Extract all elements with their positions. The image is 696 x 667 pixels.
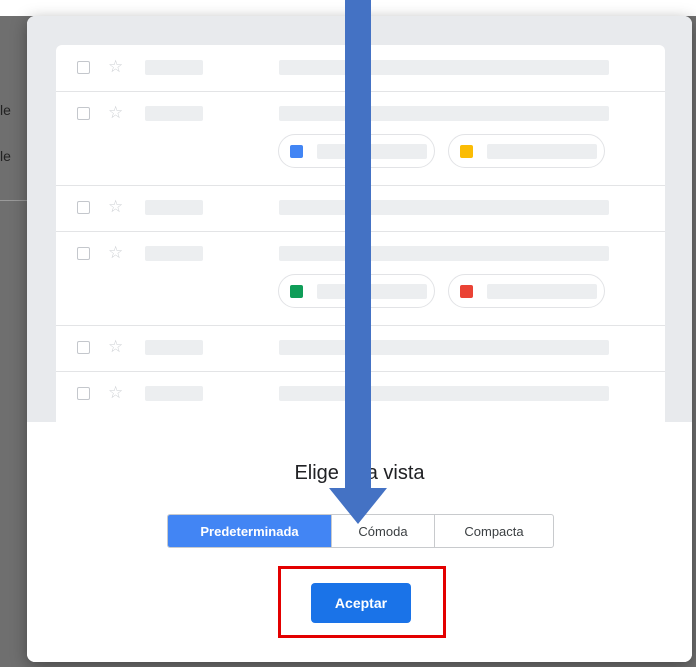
attachment-chip: [448, 134, 605, 168]
docs-icon: [290, 145, 303, 158]
sender-placeholder: [145, 60, 203, 75]
checkbox-icon: [77, 247, 90, 260]
star-icon: ☆: [108, 103, 124, 122]
sender-placeholder: [145, 340, 203, 355]
background-text-fragment: le: [0, 102, 11, 118]
background-text-fragment: le: [0, 148, 11, 164]
subject-placeholder: [279, 246, 609, 261]
annotation-arrow-shaft: [345, 0, 371, 488]
attachment-chip: [448, 274, 605, 308]
photo-icon: [460, 285, 473, 298]
attachment-name-placeholder: [487, 284, 597, 299]
subject-placeholder: [279, 106, 609, 121]
highlight-box: [278, 566, 446, 638]
subject-placeholder: [279, 386, 609, 401]
attachment-name-placeholder: [317, 144, 427, 159]
sender-placeholder: [145, 106, 203, 121]
star-icon: ☆: [108, 243, 124, 262]
star-icon: ☆: [108, 197, 124, 216]
attachment-name-placeholder: [317, 284, 427, 299]
checkbox-icon: [77, 61, 90, 74]
subject-placeholder: [279, 60, 609, 75]
sender-placeholder: [145, 200, 203, 215]
star-icon: ☆: [108, 57, 124, 76]
attachment-name-placeholder: [487, 144, 597, 159]
annotation-arrow-head: [329, 488, 387, 524]
sheets-icon: [290, 285, 303, 298]
sender-placeholder: [145, 386, 203, 401]
checkbox-icon: [77, 341, 90, 354]
checkbox-icon: [77, 387, 90, 400]
subject-placeholder: [279, 340, 609, 355]
star-icon: ☆: [108, 337, 124, 356]
option-predeterminada[interactable]: Predeterminada: [168, 515, 331, 547]
checkbox-icon: [77, 201, 90, 214]
subject-placeholder: [279, 200, 609, 215]
sender-placeholder: [145, 246, 203, 261]
slides-icon: [460, 145, 473, 158]
option-compacta[interactable]: Compacta: [434, 515, 553, 547]
star-icon: ☆: [108, 383, 124, 402]
background-divider: [0, 200, 28, 201]
checkbox-icon: [77, 107, 90, 120]
